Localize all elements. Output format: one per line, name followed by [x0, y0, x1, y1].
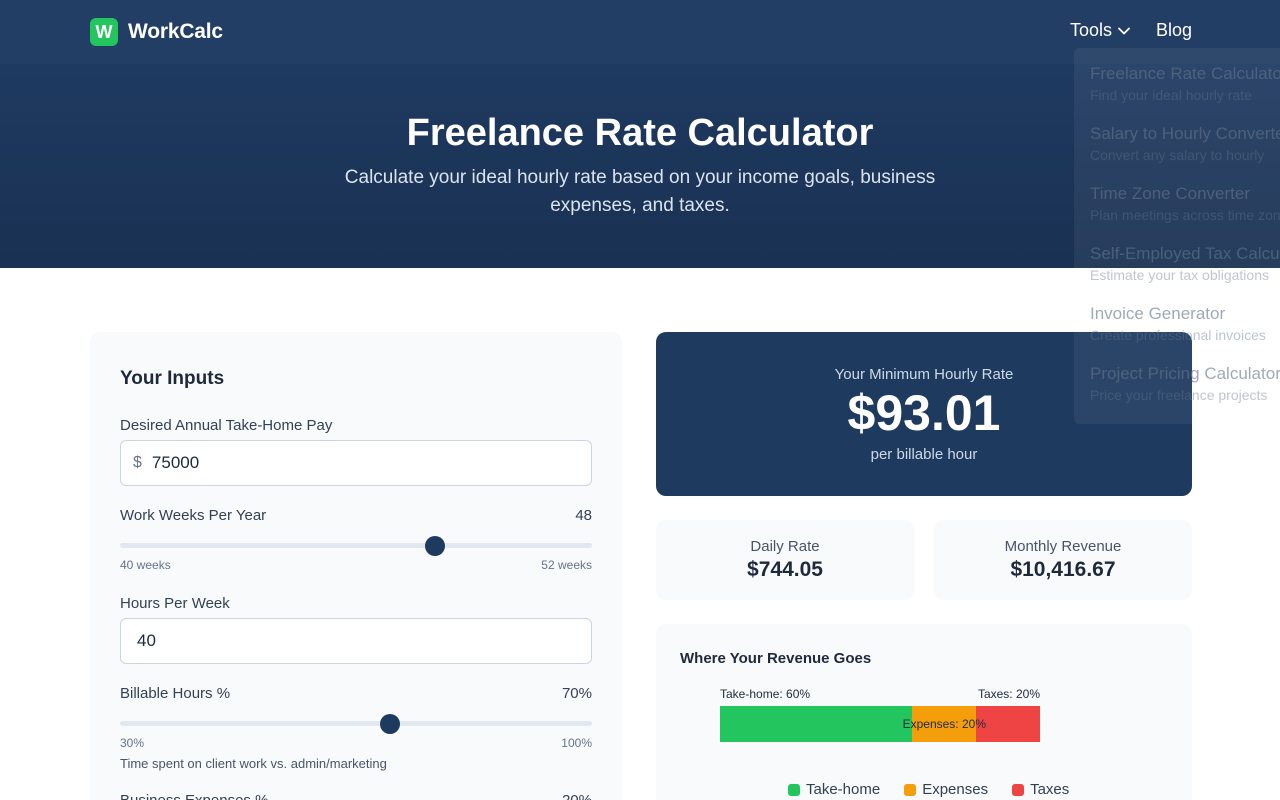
expenses-label: Business Expenses %: [120, 792, 268, 800]
revenue-label-takehome: Take-home: 60%: [720, 687, 810, 701]
monthly-revenue-card: Monthly Revenue $10,416.67: [934, 520, 1192, 600]
legend-item-expenses: Expenses: [904, 781, 988, 798]
nav-tools-dropdown[interactable]: Tools: [1070, 20, 1130, 41]
annual-pay-label: Desired Annual Take-Home Pay: [120, 417, 333, 434]
billable-label: Billable Hours %: [120, 685, 231, 702]
dropdown-item[interactable]: Project Pricing Calculator Price your fre…: [1090, 364, 1280, 403]
weeks-min-label: 40 weeks: [120, 558, 171, 572]
billable-max-label: 100%: [561, 736, 592, 750]
daily-rate-value: $744.05: [747, 558, 823, 581]
revenue-breakdown-card: Where Your Revenue Goes Take-home: 60% Ex…: [656, 624, 1192, 800]
annual-pay-input[interactable]: $ 75000: [120, 440, 592, 486]
inputs-title: Your Inputs: [120, 368, 225, 389]
hourly-rate-unit: per billable hour: [870, 446, 978, 463]
dropdown-item-title: Freelance Rate Calculator: [1090, 64, 1280, 83]
dropdown-item-title: Self-Employed Tax Calculator: [1090, 244, 1280, 263]
dropdown-item[interactable]: Invoice Generator Create professional inv…: [1090, 304, 1280, 343]
revenue-legend: Take-home Expenses Taxes: [788, 781, 1069, 798]
legend-item-takehome: Take-home: [788, 781, 880, 798]
dollar-prefix: $: [133, 454, 142, 471]
tools-dropdown-menu: Freelance Rate Calculator Find your ideal…: [1074, 48, 1280, 424]
main-nav: Tools Blog: [1070, 20, 1192, 41]
brand-link[interactable]: W WorkCalc: [90, 18, 223, 46]
dropdown-item-title: Invoice Generator: [1090, 304, 1226, 323]
weeks-label: Work Weeks Per Year: [120, 507, 267, 524]
page-subtitle: Calculate your ideal hourly rate based o…: [344, 167, 936, 216]
monthly-revenue-value: $10,416.67: [1010, 558, 1116, 581]
legend-swatch: [788, 783, 800, 796]
dropdown-item-desc: Convert any salary to hourly: [1090, 147, 1265, 163]
inputs-panel: Your Inputs Desired Annual Take-Home Pay…: [90, 332, 622, 800]
dropdown-item[interactable]: Freelance Rate Calculator Find your ideal…: [1090, 64, 1280, 103]
annual-pay-value: 75000: [151, 453, 200, 472]
daily-rate-label: Daily Rate: [750, 538, 820, 555]
dropdown-item-desc: Plan meetings across time zones: [1090, 207, 1280, 223]
revenue-label-expenses: Expenses: 20%: [903, 717, 987, 731]
dropdown-item[interactable]: Salary to Hourly Converter Convert any sa…: [1090, 124, 1280, 163]
daily-rate-card: Daily Rate $744.05: [656, 520, 914, 600]
billable-slider-thumb[interactable]: [379, 714, 400, 734]
billable-slider[interactable]: [120, 714, 592, 734]
legend-label: Take-home: [806, 781, 881, 798]
dropdown-item[interactable]: Time Zone Converter Plan meetings across …: [1090, 184, 1280, 223]
nav-blog-link[interactable]: Blog: [1156, 20, 1192, 41]
weeks-max-label: 52 weeks: [541, 558, 592, 572]
weeks-value: 48: [575, 507, 592, 524]
dropdown-item-desc: Create professional invoices: [1090, 327, 1266, 343]
revenue-bar-takehome: [720, 706, 912, 742]
monthly-revenue-label: Monthly Revenue: [1004, 538, 1122, 555]
brand-name: WorkCalc: [128, 20, 223, 43]
legend-item-taxes: Taxes: [1012, 781, 1069, 798]
expenses-value: 20%: [562, 792, 592, 800]
billable-min-label: 30%: [120, 736, 145, 750]
dropdown-item-title: Time Zone Converter: [1090, 184, 1250, 203]
dropdown-item-title: Project Pricing Calculator: [1090, 364, 1280, 383]
hours-value: 40: [137, 631, 156, 650]
legend-swatch: [1012, 783, 1025, 796]
dropdown-item-desc: Price your freelance projects: [1090, 387, 1268, 403]
dropdown-item-desc: Find your ideal hourly rate: [1090, 87, 1252, 103]
legend-swatch: [904, 783, 917, 796]
billable-hint: Time spent on client work vs. admin/mark…: [120, 756, 387, 771]
chevron-down-icon: [1118, 27, 1130, 34]
hours-input[interactable]: 40: [120, 618, 592, 664]
dropdown-item-title: Salary to Hourly Converter: [1090, 124, 1280, 143]
weeks-slider[interactable]: [120, 536, 592, 556]
hours-label: Hours Per Week: [120, 595, 230, 612]
legend-label: Expenses: [922, 781, 989, 798]
dropdown-item[interactable]: Self-Employed Tax Calculator Estimate you…: [1090, 244, 1280, 283]
billable-value: 70%: [561, 685, 592, 702]
nav-tools-label: Tools: [1069, 20, 1112, 40]
dropdown-item-desc: Estimate your tax obligations: [1090, 267, 1269, 283]
revenue-label-taxes: Taxes: 20%: [978, 687, 1040, 701]
legend-label: Taxes: [1030, 781, 1070, 798]
revenue-chart: Take-home: 60% Expenses: 20% Taxes: 20%: [720, 687, 1040, 742]
brand-logo: W: [90, 18, 118, 46]
weeks-slider-thumb[interactable]: [424, 536, 445, 556]
